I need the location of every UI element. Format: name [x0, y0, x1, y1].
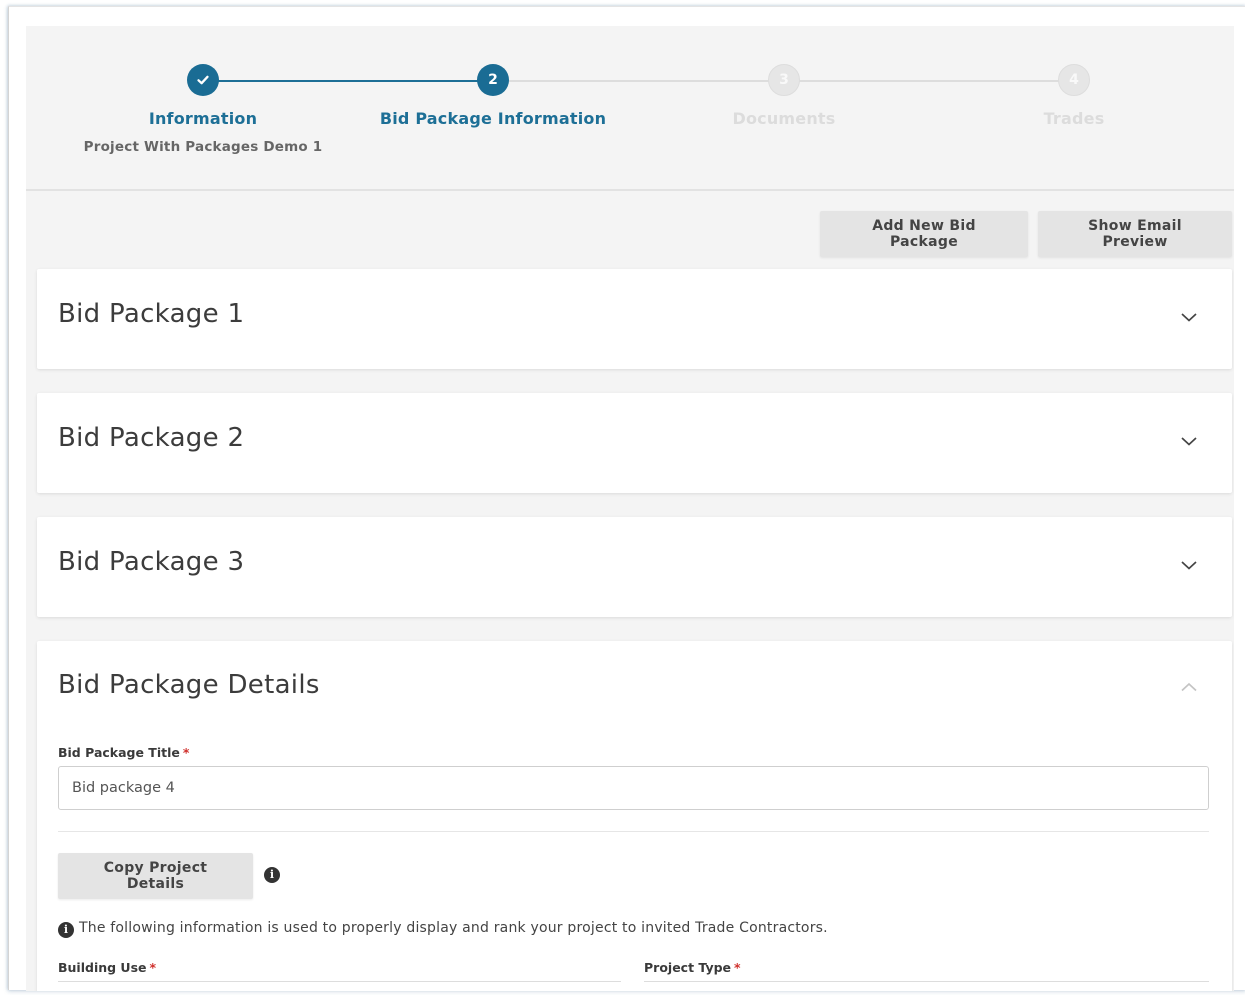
bid-package-title-label: Bid Package Title *	[58, 745, 189, 760]
step-information[interactable]: Information Project With Packages Demo 1	[53, 64, 353, 155]
bid-package-title-label-text: Bid Package Title	[58, 745, 180, 760]
bid-package-details-title: Bid Package Details	[58, 670, 320, 700]
project-type-label-text: Project Type	[644, 960, 732, 975]
building-use-label: Building Use *	[58, 960, 156, 975]
step-bid-package-information-label: Bid Package Information	[379, 109, 607, 128]
bid-package-1-title: Bid Package 1	[58, 299, 245, 329]
chevron-down-icon[interactable]	[1180, 559, 1197, 573]
project-type-select[interactable]	[644, 981, 1209, 982]
bid-package-details-header[interactable]: Bid Package Details	[37, 641, 1232, 741]
chevron-down-icon[interactable]	[1180, 435, 1197, 449]
required-mark: *	[149, 960, 157, 975]
copy-project-details-button[interactable]: Copy Project Details	[58, 853, 253, 899]
chevron-down-icon[interactable]	[1180, 311, 1197, 325]
project-type-label: Project Type *	[644, 960, 741, 975]
info-icon: i	[58, 922, 74, 938]
bid-package-card-1: Bid Package 1	[37, 269, 1232, 369]
bid-package-2-header[interactable]: Bid Package 2	[37, 393, 1232, 493]
building-use-label-text: Building Use	[58, 960, 147, 975]
bid-package-title-input[interactable]	[58, 766, 1209, 810]
required-mark: *	[182, 745, 190, 760]
info-message: The following information is used to pro…	[79, 920, 828, 936]
section-divider	[58, 831, 1209, 832]
bid-package-card-2: Bid Package 2	[37, 393, 1232, 493]
show-email-preview-button[interactable]: Show Email Preview	[1038, 211, 1232, 257]
step-documents[interactable]: 3 Documents	[634, 64, 934, 128]
check-icon	[187, 64, 219, 96]
progress-stepper: Information Project With Packages Demo 1…	[26, 26, 1234, 191]
bid-package-details-card: Bid Package Details Bid Package Title* C…	[37, 641, 1232, 991]
add-new-bid-package-button[interactable]: Add New Bid Package	[820, 211, 1028, 257]
step-documents-label: Documents	[732, 109, 836, 128]
step-information-label: Information	[148, 109, 258, 128]
bid-package-toolbar: Add New Bid Package Show Email Preview	[820, 211, 1232, 257]
project-name: Project With Packages Demo 1	[83, 139, 323, 155]
bid-package-3-title: Bid Package 3	[58, 547, 245, 577]
bid-package-2-title: Bid Package 2	[58, 423, 245, 453]
info-icon[interactable]: i	[264, 867, 280, 883]
chevron-up-icon[interactable]	[1180, 681, 1197, 695]
bid-package-1-header[interactable]: Bid Package 1	[37, 269, 1232, 369]
step-trades[interactable]: 4 Trades	[924, 64, 1224, 128]
required-mark: *	[734, 960, 741, 975]
step-number-4: 4	[1058, 64, 1090, 96]
building-use-select[interactable]	[58, 981, 621, 982]
step-number-3: 3	[768, 64, 800, 96]
bid-package-card-3: Bid Package 3	[37, 517, 1232, 617]
step-bid-package-information[interactable]: 2 Bid Package Information	[343, 64, 643, 128]
step-trades-label: Trades	[1043, 109, 1105, 128]
bid-package-wizard: Information Project With Packages Demo 1…	[26, 26, 1234, 991]
step-number-2: 2	[477, 64, 509, 96]
bid-package-3-header[interactable]: Bid Package 3	[37, 517, 1232, 617]
